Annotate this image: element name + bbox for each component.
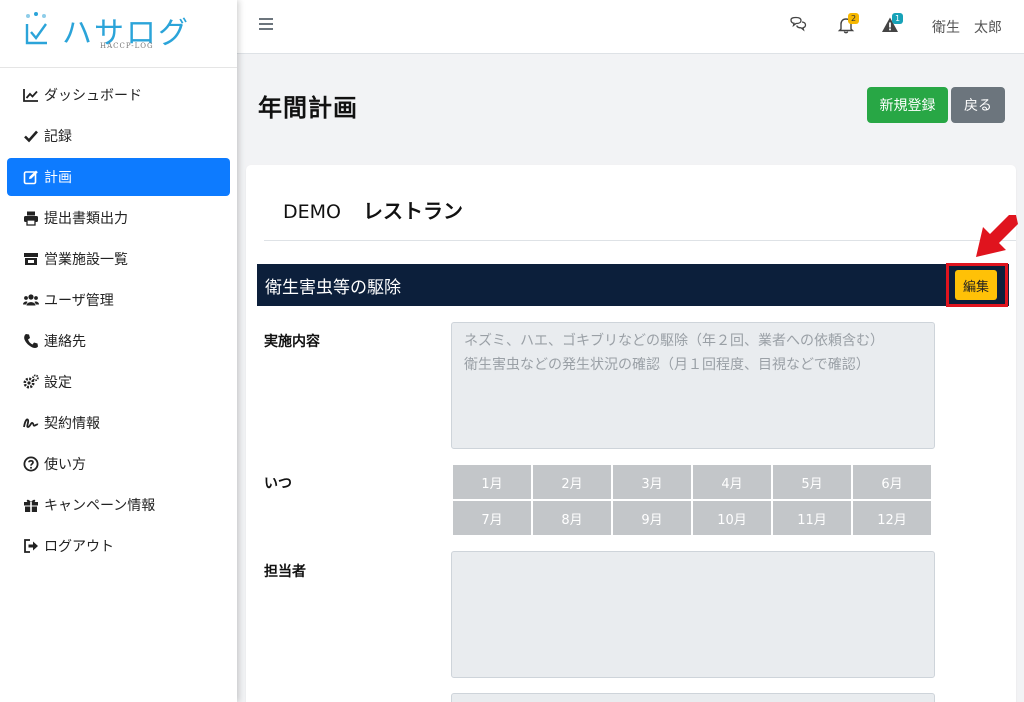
edit-icon — [23, 169, 39, 185]
sidebar-item-label: 計画 — [44, 170, 72, 186]
month-button[interactable]: 8月 — [533, 501, 611, 535]
month-button[interactable]: 5月 — [773, 465, 851, 499]
sidebar-item-label: 営業施設一覧 — [44, 252, 128, 268]
sidebar-item-label: ダッシュボード — [44, 88, 142, 104]
gears-icon — [23, 374, 39, 390]
month-button[interactable]: 6月 — [853, 465, 931, 499]
sidebar-nav: ダッシュボード 記録 計画 提出書類出力 営業施設一覧 ユーザ管理 連絡先 設定… — [0, 68, 237, 565]
question-circle-icon — [23, 456, 39, 472]
shop-name: レストラン — [362, 199, 463, 223]
store-icon — [23, 251, 39, 267]
month-button[interactable]: 10月 — [693, 501, 771, 535]
edit-button[interactable]: 編集 — [955, 270, 997, 300]
sidebar-item-label: キャンペーン情報 — [44, 498, 156, 514]
month-button[interactable]: 9月 — [613, 501, 691, 535]
sidebar-item-campaign[interactable]: キャンペーン情報 — [7, 486, 230, 524]
topbar: 2 1 衛生 太郎 — [237, 0, 1024, 54]
section-header: 衛生害虫等の駆除 — [257, 264, 1009, 306]
content-placeholder-line: ネズミ、ハエ、ゴキブリなどの駆除（年２回、業者への依頼含む） — [464, 333, 884, 349]
chart-line-icon — [23, 87, 39, 103]
company-name: DEMO — [283, 201, 341, 223]
sidebar-item-plan[interactable]: 計画 — [7, 158, 230, 196]
sidebar-item-help[interactable]: 使い方 — [7, 445, 230, 483]
sidebar-item-dashboard[interactable]: ダッシュボード — [7, 76, 230, 114]
month-button[interactable]: 11月 — [773, 501, 851, 535]
gift-icon — [23, 497, 39, 513]
sidebar-item-contacts[interactable]: 連絡先 — [7, 322, 230, 360]
sidebar-item-documents[interactable]: 提出書類出力 — [7, 199, 230, 237]
notification-badge: 2 — [848, 13, 859, 24]
sidebar: ハサログ HACCP-LOG ダッシュボード 記録 計画 提出書類出力 営業施設… — [0, 0, 237, 702]
new-register-button[interactable]: 新規登録 — [867, 87, 948, 123]
month-button[interactable]: 3月 — [613, 465, 691, 499]
sidebar-item-label: 記録 — [44, 129, 72, 145]
sidebar-item-label: 連絡先 — [44, 334, 86, 350]
month-button[interactable]: 1月 — [453, 465, 531, 499]
content-field[interactable]: ネズミ、ハエ、ゴキブリなどの駆除（年２回、業者への依頼含む） 衛生害虫などの発生… — [451, 322, 935, 449]
when-label: いつ — [264, 476, 292, 492]
section-title: 衛生害虫等の駆除 — [265, 277, 401, 298]
sidebar-item-label: 設定 — [44, 375, 72, 391]
sign-out-icon — [23, 538, 39, 554]
menu-toggle-icon[interactable] — [259, 18, 273, 32]
back-button[interactable]: 戻る — [951, 87, 1005, 123]
logo-subtitle: HACCP-LOG — [100, 42, 154, 50]
sidebar-item-contract[interactable]: 契約情報 — [7, 404, 230, 442]
sidebar-item-settings[interactable]: 設定 — [7, 363, 230, 401]
month-button[interactable]: 4月 — [693, 465, 771, 499]
sidebar-item-users[interactable]: ユーザ管理 — [7, 281, 230, 319]
sidebar-item-label: ユーザ管理 — [44, 293, 114, 309]
chat-icon[interactable] — [789, 16, 811, 38]
page-title: 年間計画 — [258, 94, 358, 122]
content-label: 実施内容 — [264, 334, 320, 350]
alert-badge: 1 — [892, 13, 903, 24]
month-button[interactable]: 7月 — [453, 501, 531, 535]
sidebar-item-label: ログアウト — [44, 539, 114, 555]
users-icon — [23, 292, 39, 308]
sidebar-item-facilities[interactable]: 営業施設一覧 — [7, 240, 230, 278]
phone-icon — [23, 333, 39, 349]
logo[interactable]: ハサログ HACCP-LOG — [0, 0, 237, 68]
logo-icon — [25, 12, 47, 45]
check-icon — [23, 128, 39, 144]
month-button[interactable]: 12月 — [853, 501, 931, 535]
sidebar-item-label: 契約情報 — [44, 416, 100, 432]
sidebar-item-logout[interactable]: ログアウト — [7, 527, 230, 565]
store-name: DEMO レストラン — [283, 195, 463, 224]
month-button[interactable]: 2月 — [533, 465, 611, 499]
sidebar-item-records[interactable]: 記録 — [7, 117, 230, 155]
alert-icon[interactable]: 1 — [881, 13, 903, 38]
content-placeholder-line: 衛生害虫などの発生状況の確認（月１回程度、目視などで確認） — [464, 357, 870, 373]
divider — [264, 240, 1016, 241]
user-menu[interactable]: 衛生 太郎 — [932, 17, 1002, 37]
next-field[interactable] — [451, 693, 935, 702]
bell-icon[interactable]: 2 — [837, 13, 859, 38]
person-field[interactable] — [451, 551, 935, 678]
signature-icon — [23, 415, 39, 431]
month-selector: 1月 2月 3月 4月 5月 6月 7月 8月 9月 10月 11月 12月 — [453, 465, 931, 535]
person-label: 担当者 — [264, 564, 306, 580]
pointer-arrow-icon — [976, 215, 1018, 257]
sidebar-item-label: 使い方 — [44, 457, 86, 473]
print-icon — [23, 210, 39, 226]
sidebar-item-label: 提出書類出力 — [44, 211, 128, 227]
